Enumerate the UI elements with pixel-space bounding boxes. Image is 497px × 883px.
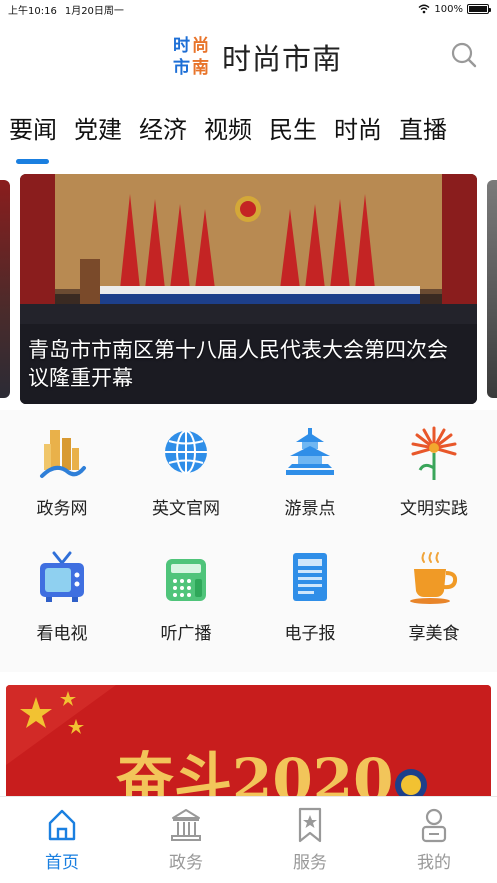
service-civilization[interactable]: 文明实践 (372, 410, 496, 520)
radio-icon (166, 559, 206, 601)
nav-government[interactable]: 政务 (124, 805, 248, 873)
category-tabs: 要闻 党建 经济 视频 民生 时尚 直播 (0, 110, 497, 170)
promo-banner[interactable]: 奋斗2020 (6, 685, 491, 800)
battery-percent: 100% (434, 3, 463, 15)
tab-party[interactable]: 党建 (74, 110, 122, 145)
service-grid: 政务网 英文官网 游景点 文明实践 看电视 听广播 电子报 享美食 (0, 410, 497, 672)
app-header: 时 尚 市 南 时尚市南 (0, 18, 497, 90)
newspaper-icon (293, 553, 327, 601)
status-time: 上午10:16 (8, 5, 57, 17)
service-radio[interactable]: 听广播 (124, 535, 248, 645)
pavilion-icon (286, 428, 334, 475)
service-label: 文明实践 (400, 499, 468, 519)
battery-icon (467, 4, 491, 14)
nav-label: 服务 (293, 853, 327, 873)
user-icon (421, 808, 447, 843)
logo-char-4: 南 (192, 57, 209, 78)
nav-home[interactable]: 首页 (0, 805, 124, 873)
tv-icon (40, 551, 84, 602)
search-icon[interactable] (449, 40, 479, 70)
app-title: 时尚市南 (222, 42, 343, 76)
nav-services[interactable]: 服务 (248, 805, 372, 873)
promo-text: 奋斗2020 (116, 746, 393, 800)
service-government-web[interactable]: 政务网 (0, 410, 124, 520)
bottom-nav: 首页 政务 服务 我的 (0, 796, 497, 883)
service-english-site[interactable]: 英文官网 (124, 410, 248, 520)
logo-char-1: 时 (173, 36, 190, 56)
bookmark-star-icon (298, 807, 322, 843)
city-skyline-icon (40, 430, 86, 478)
service-attractions[interactable]: 游景点 (248, 410, 372, 520)
nav-label: 首页 (45, 853, 79, 873)
banner-prev-peek[interactable] (0, 180, 10, 398)
nav-label: 政务 (169, 853, 203, 873)
service-label: 看电视 (36, 624, 88, 644)
wifi-icon (418, 4, 430, 14)
service-tv[interactable]: 看电视 (0, 535, 124, 645)
service-label: 政务网 (36, 499, 88, 519)
nav-profile[interactable]: 我的 (372, 805, 496, 873)
tab-news[interactable]: 要闻 (9, 110, 57, 145)
active-tab-indicator (16, 159, 49, 164)
banner-carousel[interactable]: 青岛市市南区第十八届人民代表大会第四次会议隆重开幕 (0, 174, 497, 404)
status-bar: 上午10:16 1月20日周一 100% (0, 0, 497, 18)
tab-video[interactable]: 视频 (204, 110, 252, 145)
tab-economy[interactable]: 经济 (139, 110, 187, 145)
service-label: 游景点 (284, 499, 336, 519)
service-food[interactable]: 享美食 (372, 535, 496, 645)
banner-next-peek[interactable] (487, 180, 497, 398)
status-date: 1月20日周一 (64, 5, 124, 17)
service-label: 电子报 (284, 624, 336, 644)
tab-live[interactable]: 直播 (399, 110, 447, 145)
coffee-cup-icon (410, 552, 458, 604)
flower-icon (411, 426, 457, 480)
globe-icon (165, 430, 207, 474)
banner-slide[interactable]: 青岛市市南区第十八届人民代表大会第四次会议隆重开幕 (20, 174, 477, 404)
banner-caption: 青岛市市南区第十八届人民代表大会第四次会议隆重开幕 (28, 338, 448, 390)
promo-artwork: 奋斗2020 (6, 685, 491, 800)
tab-fashion[interactable]: 时尚 (334, 110, 382, 145)
service-label: 英文官网 (152, 499, 220, 519)
service-label: 听广播 (160, 624, 212, 644)
logo-char-3: 市 (173, 57, 190, 78)
service-epaper[interactable]: 电子报 (248, 535, 372, 645)
tab-livelihood[interactable]: 民生 (269, 110, 317, 145)
service-label: 享美食 (408, 624, 460, 644)
government-building-icon (171, 809, 201, 841)
battery-fill (469, 6, 487, 12)
nav-label: 我的 (417, 853, 451, 873)
home-icon (48, 809, 76, 841)
app-logo: 时 尚 市 南 (173, 35, 209, 78)
logo-char-2: 尚 (192, 35, 209, 56)
